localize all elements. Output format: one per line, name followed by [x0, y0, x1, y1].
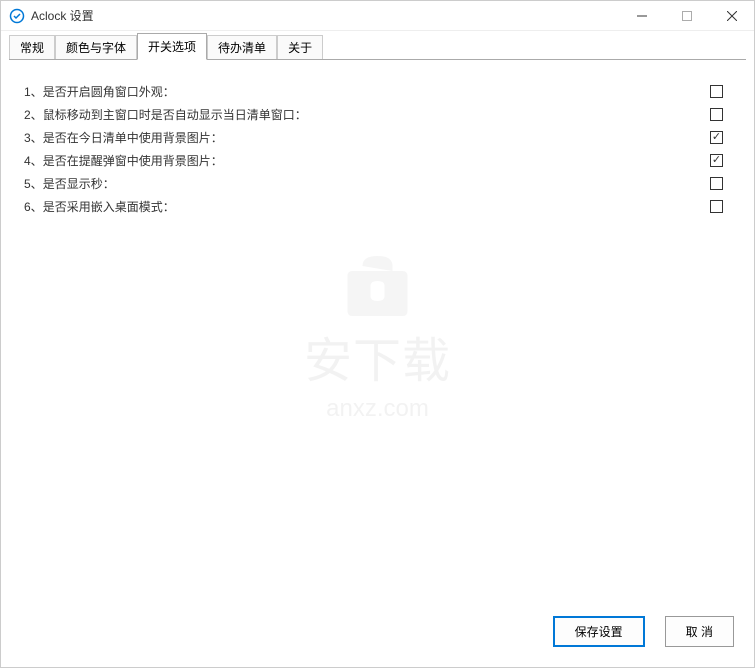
- checkbox-rounded-window[interactable]: [710, 85, 723, 98]
- maximize-button[interactable]: [664, 1, 709, 31]
- option-label: 5、是否显示秒：: [24, 175, 115, 192]
- option-label: 3、是否在今日清单中使用背景图片：: [24, 129, 223, 146]
- option-label: 1、是否开启圆角窗口外观：: [24, 83, 175, 100]
- button-bar: 保存设置 取 消: [1, 604, 754, 667]
- minimize-button[interactable]: [619, 1, 664, 31]
- option-label: 4、是否在提醒弹窗中使用背景图片：: [24, 152, 223, 169]
- watermark-text: 安下载: [304, 321, 451, 391]
- tab-general[interactable]: 常规: [9, 35, 55, 60]
- cancel-button[interactable]: 取 消: [665, 616, 734, 647]
- tab-about[interactable]: 关于: [277, 35, 323, 60]
- watermark-url: anxz.com: [304, 395, 451, 423]
- checkbox-auto-show-list[interactable]: [710, 108, 723, 121]
- checkbox-reminder-bg-image[interactable]: [710, 154, 723, 167]
- option-row: 5、是否显示秒：: [24, 172, 731, 195]
- window-controls: [619, 1, 754, 31]
- option-row: 4、是否在提醒弹窗中使用背景图片：: [24, 149, 731, 172]
- option-row: 6、是否采用嵌入桌面模式：: [24, 195, 731, 218]
- window-title: Aclock 设置: [31, 7, 619, 24]
- tab-content: 1、是否开启圆角窗口外观： 2、鼠标移动到主窗口时是否自动显示当日清单窗口： 3…: [9, 59, 746, 604]
- option-label: 2、鼠标移动到主窗口时是否自动显示当日清单窗口：: [24, 106, 307, 123]
- checkbox-today-bg-image[interactable]: [710, 131, 723, 144]
- option-row: 1、是否开启圆角窗口外观：: [24, 80, 731, 103]
- watermark-icon: [332, 241, 422, 321]
- option-row: 2、鼠标移动到主窗口时是否自动显示当日清单窗口：: [24, 103, 731, 126]
- tab-color-font[interactable]: 颜色与字体: [55, 35, 137, 60]
- save-button[interactable]: 保存设置: [553, 616, 645, 647]
- tab-switch-options[interactable]: 开关选项: [137, 33, 207, 60]
- tab-todo-list[interactable]: 待办清单: [207, 35, 277, 60]
- titlebar: Aclock 设置: [1, 1, 754, 31]
- checkbox-desktop-embed[interactable]: [710, 200, 723, 213]
- app-icon: [9, 8, 25, 24]
- option-label: 6、是否采用嵌入桌面模式：: [24, 198, 175, 215]
- checkbox-show-seconds[interactable]: [710, 177, 723, 190]
- option-row: 3、是否在今日清单中使用背景图片：: [24, 126, 731, 149]
- close-button[interactable]: [709, 1, 754, 31]
- settings-window: Aclock 设置 常规 颜色与字体 开关选项 待办清单 关于 1、是否开启圆角…: [0, 0, 755, 668]
- watermark: 安下载 anxz.com: [304, 241, 451, 423]
- tab-bar: 常规 颜色与字体 开关选项 待办清单 关于: [1, 31, 754, 60]
